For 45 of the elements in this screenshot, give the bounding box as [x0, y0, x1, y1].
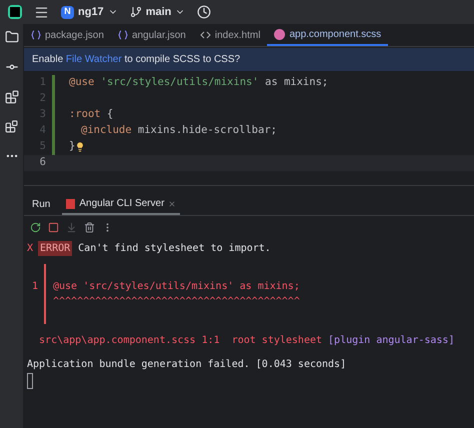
code-line: @use 'src/styles/utils/mixins' as mixins; [69, 75, 328, 90]
error-tag: ERROR [38, 240, 72, 256]
project-name[interactable]: ng17 [78, 4, 104, 20]
code-icon [200, 31, 211, 39]
text-cursor[interactable] [27, 373, 33, 389]
code-line: } [69, 139, 76, 154]
error-mark: X [27, 242, 34, 256]
tab-label: index.html [214, 28, 260, 42]
code-line: :root { [69, 107, 114, 122]
console-line: Can't find stylesheet to import. [77, 242, 271, 256]
menu-icon[interactable] [34, 4, 49, 20]
editor-tab[interactable]: app.component.scss [267, 24, 388, 46]
file-watcher-link[interactable]: File Watcher [66, 54, 122, 65]
code-line: @include mixins.hide-scrollbar; [81, 123, 277, 138]
tab-label: angular.json [132, 28, 186, 42]
stop-icon[interactable] [48, 222, 59, 232]
editor-tab[interactable]: angular.json [110, 24, 193, 46]
folder-icon[interactable] [4, 30, 18, 44]
rerun-icon[interactable] [30, 222, 41, 232]
console-line: src\app\app.component.scss 1:1 root stylesheet [plugin angular-sass] [38, 334, 454, 348]
editor-tab[interactable]: package.json [24, 24, 111, 46]
braces-icon [31, 30, 41, 40]
line-number: 1 [32, 280, 38, 294]
braces-icon [118, 30, 128, 40]
editor-tab[interactable]: index.html [192, 24, 268, 46]
plugins-icon[interactable] [4, 90, 18, 104]
tab-label: package.json [45, 28, 104, 42]
tab-label: Angular CLI Server [79, 197, 164, 211]
trash-icon[interactable] [84, 222, 95, 232]
lightbulb-icon[interactable] [75, 142, 86, 152]
tab-label: app.component.scss [289, 28, 382, 42]
history-icon[interactable] [197, 5, 212, 19]
banner-text: Enable File Watcher to compile SCSS to CSS? [32, 53, 240, 67]
run-tab[interactable]: Angular CLI Server [62, 194, 180, 215]
run-panel-title: Run [32, 198, 50, 212]
branch-icon [130, 6, 142, 18]
console-line: ^^^^^^^^^^^^^^^^^^^^^^^^^^^^^^^^^^^^^^^^^ [53, 295, 300, 309]
scss-file-icon [274, 28, 286, 40]
project-badge: N [61, 6, 74, 18]
line-number: 6 [38, 155, 47, 170]
app-logo-icon [8, 5, 22, 19]
close-icon[interactable] [168, 200, 176, 208]
branch-name[interactable]: main [146, 4, 172, 20]
console-line: Application bundle generation failed. [0.043 seconds] [27, 358, 346, 372]
console-line: @use 'src/styles/utils/mixins' as mixins; [53, 280, 300, 294]
